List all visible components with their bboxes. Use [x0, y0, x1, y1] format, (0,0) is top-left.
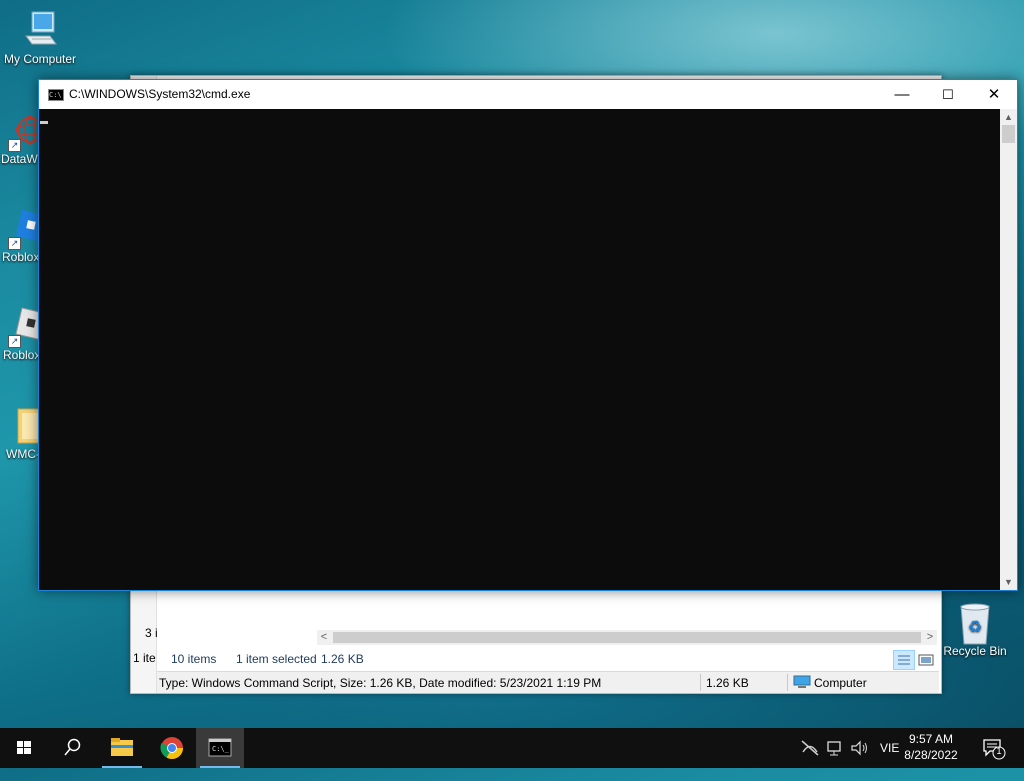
scroll-up-icon[interactable]: ▲ — [1000, 109, 1017, 125]
recycle-bin-icon: ♻ — [955, 602, 995, 645]
file-size-text: 1.26 KB — [706, 676, 749, 690]
file-details-text: Type: Windows Command Script, Size: 1.26… — [159, 676, 602, 690]
clock-time: 9:57 AM — [908, 732, 954, 746]
file-explorer-icon — [111, 738, 133, 756]
explorer-partial-status: 1 ite — [133, 651, 156, 665]
details-view-icon — [898, 655, 910, 665]
cmd-app-icon: C:\ — [48, 89, 64, 101]
shortcut-arrow-icon: ↗ — [8, 139, 21, 152]
scroll-right-icon[interactable]: > — [923, 630, 937, 645]
cmd-window[interactable]: C:\ C:\WINDOWS\System32\cmd.exe — ☐ ✕ ▲ … — [38, 79, 1018, 591]
selection-size: 1.26 KB — [321, 652, 364, 666]
network-icon[interactable] — [825, 739, 845, 779]
network-disconnected-icon[interactable] — [800, 739, 820, 779]
close-button[interactable]: ✕ — [971, 80, 1017, 109]
console-output[interactable] — [39, 109, 1000, 590]
volume-icon[interactable] — [850, 739, 870, 779]
explorer-status-bar: 10 items 1 item selected 1.26 KB — [157, 648, 939, 670]
minimize-button[interactable]: — — [879, 80, 925, 109]
scrollbar-thumb[interactable] — [1002, 125, 1015, 143]
notification-count: 1 — [996, 746, 1002, 756]
explorer-partial-text: 3 i — [145, 626, 158, 640]
cmd-title-bar[interactable]: C:\ C:\WINDOWS\System32\cmd.exe — ☐ ✕ — [39, 80, 1017, 109]
desktop-icon-label: Recycle Bin — [943, 644, 1007, 658]
shortcut-arrow-icon: ↗ — [8, 335, 21, 348]
maximize-button[interactable]: ☐ — [925, 80, 971, 109]
clock-date: 8/28/2022 — [904, 748, 958, 762]
computer-small-icon — [793, 675, 811, 692]
scroll-down-icon[interactable]: ▼ — [1000, 574, 1017, 590]
taskbar-file-explorer[interactable] — [98, 728, 146, 768]
selection-count: 1 item selected — [236, 652, 317, 666]
window-title: C:\WINDOWS\System32\cmd.exe — [69, 87, 251, 101]
details-view-button[interactable] — [893, 650, 915, 670]
scrollbar-thumb[interactable] — [333, 632, 921, 643]
scroll-left-icon[interactable]: < — [317, 630, 331, 645]
action-center-button[interactable]: 1 — [982, 738, 1008, 778]
shortcut-arrow-icon: ↗ — [8, 237, 21, 250]
location-text: Computer — [814, 676, 867, 690]
chrome-icon — [160, 737, 183, 759]
large-icons-view-button[interactable] — [915, 650, 937, 670]
cmd-icon: C:\_ — [208, 738, 232, 757]
windows-logo-icon — [17, 741, 31, 754]
svg-text:C:\_: C:\_ — [212, 745, 230, 753]
search-icon — [64, 738, 81, 756]
large-icons-view-icon — [918, 654, 934, 666]
search-button[interactable] — [48, 728, 96, 768]
svg-text:♻: ♻ — [968, 619, 982, 636]
desktop-icon-my-computer[interactable]: My Computer — [0, 10, 80, 66]
taskbar-clock[interactable]: 9:57 AM 8/28/2022 — [896, 731, 966, 763]
desktop-icon-recycle-bin[interactable]: ♻ Recycle Bin — [935, 602, 1015, 658]
text-cursor — [40, 121, 48, 124]
start-button[interactable] — [0, 728, 48, 768]
computer-icon — [20, 10, 60, 50]
desktop-icon-label: My Computer — [3, 52, 77, 66]
taskbar: C:\_ VIE 9:57 AM 8/28/2022 1 — [0, 728, 1024, 768]
vertical-scrollbar[interactable]: ▲ ▼ — [1000, 109, 1017, 590]
taskbar-chrome[interactable] — [148, 728, 196, 768]
item-count: 10 items — [171, 652, 217, 666]
explorer-details-bar: Type: Windows Command Script, Size: 1.26… — [157, 671, 939, 693]
horizontal-scrollbar[interactable]: < > — [317, 630, 937, 645]
taskbar-cmd[interactable]: C:\_ — [196, 728, 244, 768]
